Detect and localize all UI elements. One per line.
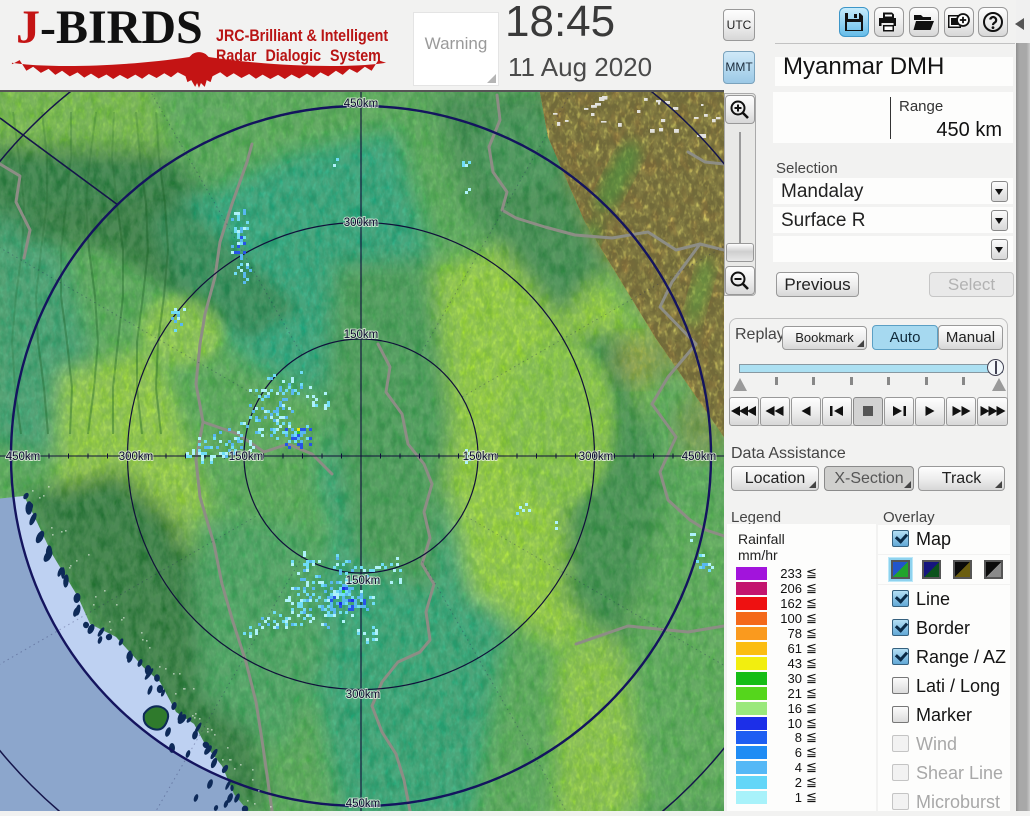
svg-text:450km: 450km: [6, 451, 41, 463]
svg-text:300km: 300km: [344, 217, 379, 229]
svg-text:450km: 450km: [346, 798, 381, 810]
svg-text:150km: 150km: [463, 451, 498, 463]
svg-text:300km: 300km: [119, 451, 154, 463]
svg-text:450km: 450km: [682, 451, 717, 463]
svg-text:300km: 300km: [579, 451, 614, 463]
svg-text:300km: 300km: [346, 689, 381, 701]
svg-text:150km: 150km: [344, 329, 379, 341]
svg-text:450km: 450km: [344, 98, 379, 110]
svg-text:150km: 150km: [346, 575, 381, 587]
svg-text:150km: 150km: [229, 451, 264, 463]
